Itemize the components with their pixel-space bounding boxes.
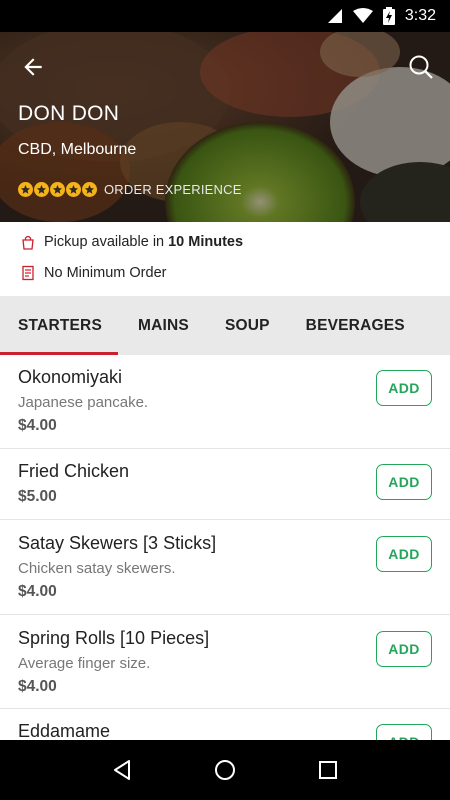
minimum-order-row: No Minimum Order xyxy=(20,265,166,281)
add-button[interactable]: ADD xyxy=(376,464,432,500)
menu-item: Satay Skewers [3 Sticks] Chicken satay s… xyxy=(0,520,450,615)
restaurant-name: DON DON xyxy=(18,102,120,125)
menu-item: Spring Rolls [10 Pieces] Average finger … xyxy=(0,615,450,709)
restaurant-header: DON DON CBD, Melbourne ORDER EXPERIENCE xyxy=(0,32,450,222)
star-icon xyxy=(50,182,65,197)
pickup-row: Pickup available in 10 Minutes xyxy=(20,234,243,250)
menu-item: Okonomiyaki Japanese pancake. $4.00 ADD xyxy=(0,355,450,449)
receipt-icon xyxy=(20,265,36,281)
add-button[interactable]: ADD xyxy=(376,724,432,740)
battery-charging-icon xyxy=(382,7,395,25)
add-button[interactable]: ADD xyxy=(376,370,432,406)
star-icon xyxy=(18,182,33,197)
pickup-time: 10 Minutes xyxy=(168,234,244,250)
star-icon xyxy=(82,182,97,197)
item-price: $4.00 xyxy=(18,583,57,600)
order-info: Pickup available in 10 Minutes No Minimu… xyxy=(0,222,450,296)
nav-back-icon xyxy=(113,760,130,780)
pickup-prefix: Pickup available in xyxy=(44,234,165,250)
back-arrow-icon xyxy=(24,58,42,76)
status-time: 3:32 xyxy=(404,7,436,24)
tab-starters[interactable]: STARTERS xyxy=(18,296,102,355)
wifi-icon xyxy=(352,8,373,24)
nav-home-button[interactable] xyxy=(205,750,245,790)
rating-row: ORDER EXPERIENCE xyxy=(18,182,242,197)
tab-mains[interactable]: MAINS xyxy=(138,296,189,355)
item-price: $4.00 xyxy=(18,678,57,695)
nav-recents-button[interactable] xyxy=(308,750,348,790)
item-price: $4.00 xyxy=(18,417,57,434)
pickup-bag-icon xyxy=(20,234,36,250)
rating-stars xyxy=(18,182,97,197)
rating-label: ORDER EXPERIENCE xyxy=(104,182,242,197)
nav-back-button[interactable] xyxy=(102,750,142,790)
add-button[interactable]: ADD xyxy=(376,536,432,572)
category-tabs: STARTERS MAINS SOUP BEVERAGES xyxy=(0,296,450,355)
menu-list: Okonomiyaki Japanese pancake. $4.00 ADD … xyxy=(0,355,450,740)
nav-recents-icon xyxy=(319,761,338,779)
signal-icon xyxy=(327,8,343,24)
system-navigation-bar xyxy=(0,740,450,800)
menu-item: Eddamame ADD xyxy=(0,709,450,740)
menu-item: Fried Chicken $5.00 ADD xyxy=(0,449,450,520)
status-bar: 3:32 xyxy=(0,0,450,32)
add-button[interactable]: ADD xyxy=(376,631,432,667)
star-icon xyxy=(66,182,81,197)
tab-soup[interactable]: SOUP xyxy=(225,296,270,355)
search-button[interactable] xyxy=(406,52,436,82)
tab-beverages[interactable]: BEVERAGES xyxy=(306,296,405,355)
restaurant-location: CBD, Melbourne xyxy=(18,141,137,158)
nav-home-icon xyxy=(214,760,235,780)
search-icon xyxy=(409,55,433,79)
star-icon xyxy=(34,182,49,197)
minimum-order-label: No Minimum Order xyxy=(44,265,167,281)
back-button[interactable] xyxy=(18,52,48,82)
